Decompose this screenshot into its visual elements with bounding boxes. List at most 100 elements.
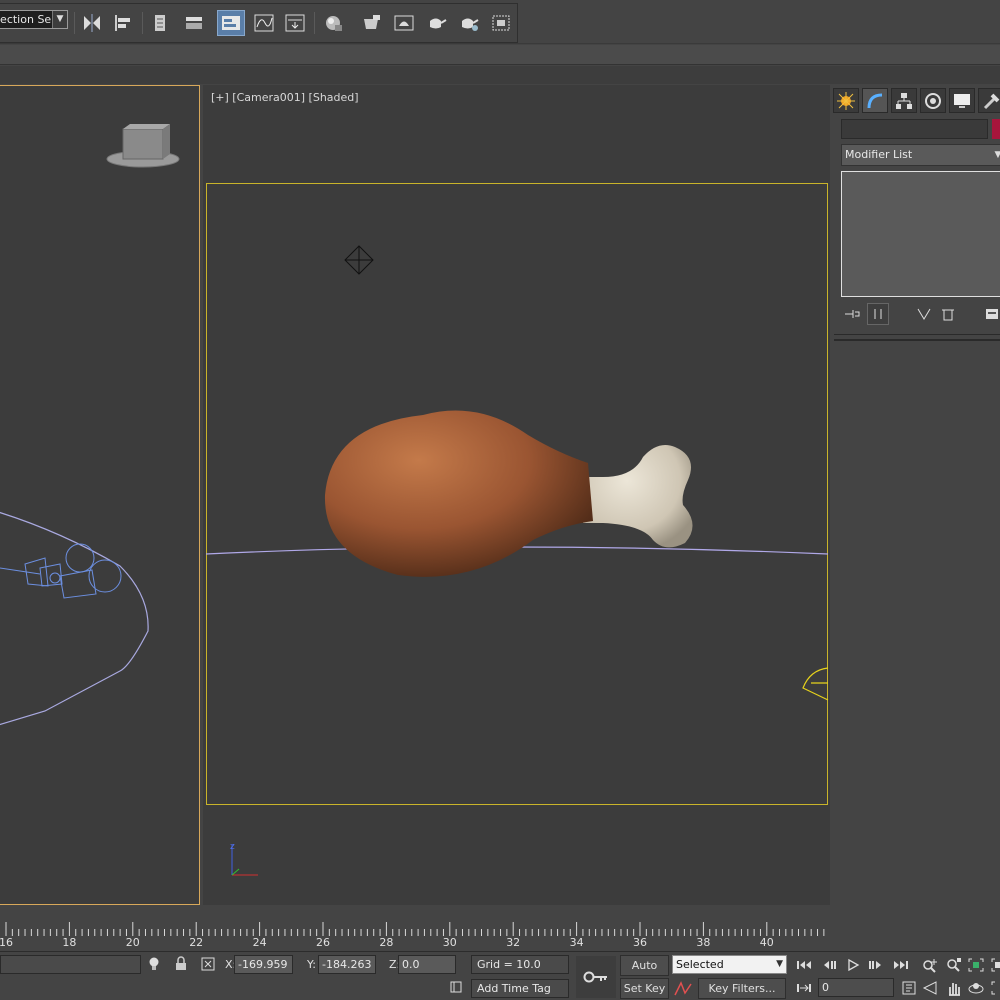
remove-modifier-button[interactable] <box>937 303 959 325</box>
dope-sheet-icon <box>285 14 305 32</box>
auto-key-button[interactable]: Auto Key <box>620 955 669 991</box>
viewcube-icon[interactable] <box>106 124 180 168</box>
prompt-line <box>0 955 141 974</box>
add-time-tag-button[interactable]: Add Time Tag <box>471 979 569 998</box>
default-tangents-button[interactable] <box>672 979 694 999</box>
chevron-down-icon: ▼ <box>776 959 783 969</box>
tab-utilities[interactable] <box>978 88 1000 113</box>
named-selection-set-value: lection Se <box>0 13 52 26</box>
set-keys-button[interactable] <box>576 956 616 998</box>
tab-hierarchy[interactable] <box>891 88 917 113</box>
mirror-button[interactable] <box>78 10 106 36</box>
current-frame-field[interactable]: 0 <box>818 978 894 997</box>
make-unique-icon <box>917 308 931 320</box>
hand-icon <box>949 983 960 996</box>
timeline-ruler <box>5 922 825 936</box>
camera-gizmo-icon[interactable] <box>802 667 829 701</box>
key-mode-toggle[interactable] <box>794 978 814 998</box>
render-setup-button[interactable] <box>358 10 386 36</box>
teapot-icon <box>430 18 447 29</box>
grid-spacing-readout: Grid = 10.0 <box>471 955 569 974</box>
pin-stack-button[interactable] <box>841 303 863 325</box>
selection-lock-toggle[interactable] <box>174 956 190 974</box>
layer-manager-button[interactable] <box>146 10 174 36</box>
field-of-view-button[interactable] <box>921 978 941 998</box>
material-editor-button[interactable] <box>320 10 348 36</box>
configure-modifier-sets-button[interactable] <box>981 303 1000 325</box>
dope-sheet-button[interactable] <box>281 10 309 36</box>
timeline-tick-label: 30 <box>442 936 457 949</box>
play-button[interactable] <box>843 955 863 975</box>
scene-explorer-button[interactable] <box>217 10 245 36</box>
viewport-left[interactable] <box>0 85 200 905</box>
orbit-button[interactable] <box>966 978 986 998</box>
time-configuration-button[interactable] <box>899 978 919 998</box>
tab-motion[interactable] <box>920 88 946 113</box>
curve-editor-button[interactable] <box>250 10 278 36</box>
isolate-selection-button[interactable] <box>147 956 163 974</box>
toolbar-separator <box>74 12 75 34</box>
drumstick-model[interactable] <box>324 410 693 577</box>
y-coordinate-field[interactable]: -184.263 <box>318 955 376 974</box>
zoom-extents-button[interactable] <box>966 955 986 975</box>
rendered-frame-window-button[interactable] <box>390 10 418 36</box>
align-button[interactable] <box>110 10 138 36</box>
timeline-tick-label: 38 <box>696 936 711 949</box>
play-icon <box>848 958 860 972</box>
modifier-stack[interactable] <box>841 171 1000 297</box>
z-coordinate-field[interactable]: 0.0 <box>398 955 456 974</box>
x-coordinate-field[interactable]: -169.959 <box>234 955 293 974</box>
zoom-all-button[interactable] <box>944 955 964 975</box>
zoom-icon <box>923 959 937 973</box>
tangent-icon <box>674 981 692 996</box>
modifier-list-dropdown[interactable]: Modifier List ▼ <box>841 144 1000 166</box>
configure-icon <box>986 309 998 319</box>
previous-frame-button[interactable] <box>819 955 839 975</box>
pan-view-button[interactable] <box>944 978 964 998</box>
zoom-extents-icon <box>968 958 984 972</box>
render-to-texture-button[interactable] <box>487 10 515 36</box>
time-tag-button[interactable] <box>449 980 465 998</box>
go-to-end-button[interactable] <box>891 955 911 975</box>
timeline-tick-label: 22 <box>189 936 204 949</box>
key-icon <box>583 971 607 983</box>
next-frame-icon <box>869 961 881 969</box>
key-mode-dropdown[interactable]: Selected ▼ <box>672 955 787 974</box>
render-iterative-button[interactable] <box>455 10 483 36</box>
previous-frame-icon <box>824 961 836 969</box>
maximize-viewport-button[interactable] <box>987 978 1000 998</box>
tab-modify[interactable] <box>862 88 888 113</box>
hierarchy-icon <box>896 92 912 109</box>
object-color-swatch[interactable] <box>992 119 1000 139</box>
named-selection-set-dropdown[interactable]: lection Se ▼ <box>0 10 68 29</box>
light-gizmo-icon[interactable] <box>344 245 374 275</box>
modifier-list-label: Modifier List <box>845 148 913 161</box>
viewport-camera[interactable]: [+] [Camera001] [Shaded] z <box>203 85 830 905</box>
object-name-field[interactable] <box>841 119 988 139</box>
go-to-start-button[interactable] <box>794 955 814 975</box>
tab-display[interactable] <box>949 88 975 113</box>
render-production-button[interactable] <box>422 10 450 36</box>
timeline-tick-label: 36 <box>633 936 647 949</box>
time-config-icon <box>902 981 916 995</box>
display-icon <box>954 93 970 108</box>
make-unique-button[interactable] <box>913 303 935 325</box>
absolute-mode-transform-button[interactable] <box>200 956 218 974</box>
toggle-ribbon-button[interactable] <box>180 10 208 36</box>
create-icon <box>837 91 855 110</box>
timeline-tick-label: 40 <box>759 936 774 949</box>
set-key-button[interactable]: Set Key <box>620 978 669 999</box>
ribbon-bar <box>0 45 1000 65</box>
timeline-tick-label: 26 <box>316 936 330 949</box>
align-icon <box>115 15 130 31</box>
zoom-button[interactable] <box>921 955 941 975</box>
go-to-end-icon <box>894 961 908 969</box>
tab-create[interactable] <box>833 88 859 113</box>
toolbar-separator <box>314 12 315 34</box>
show-end-result-button[interactable] <box>867 303 889 325</box>
next-frame-button[interactable] <box>866 955 886 975</box>
key-filters-button[interactable]: Key Filters... <box>698 978 786 999</box>
timeline-tick-label: 28 <box>379 936 394 949</box>
zoom-extents-all-button[interactable] <box>987 955 1000 975</box>
curve-editor-icon <box>254 14 274 32</box>
